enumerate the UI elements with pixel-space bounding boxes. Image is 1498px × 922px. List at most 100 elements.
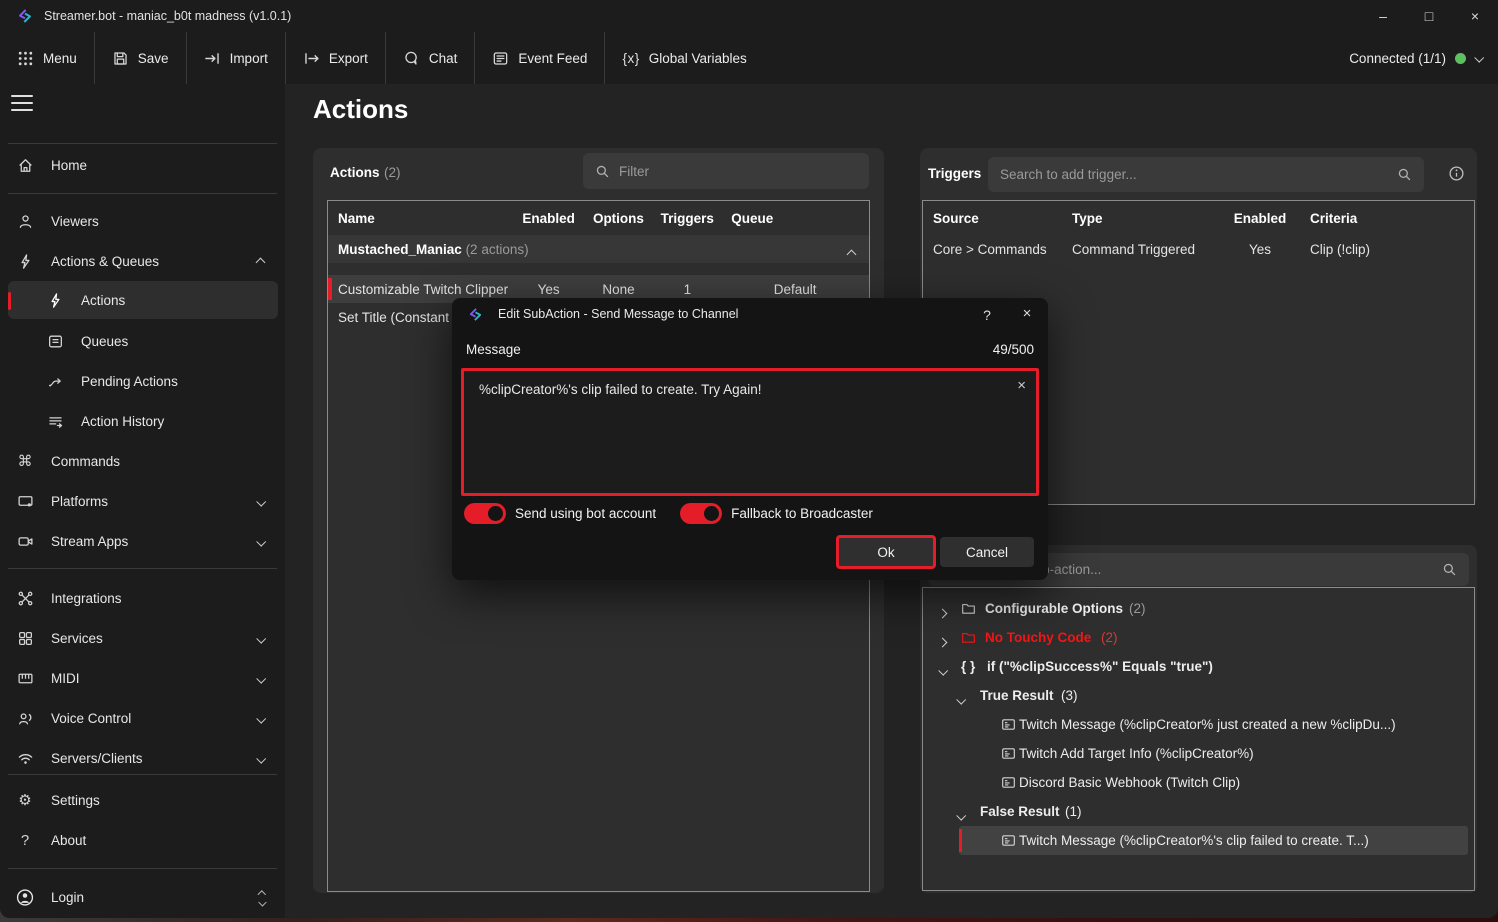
sidebar: Home Viewers Actions & Queues [0, 84, 285, 918]
sidebar-pending-actions-label: Pending Actions [81, 374, 178, 389]
connection-status[interactable]: Connected (1/1) [1349, 51, 1498, 66]
minimize-button[interactable]: – [1360, 0, 1406, 32]
sidebar-item-platforms[interactable]: Platforms [8, 481, 278, 521]
chevron-up-icon [847, 250, 857, 260]
menu-button[interactable]: Menu [0, 32, 94, 84]
action-name: Customizable Twitch Clipper [328, 282, 514, 297]
stream-apps-icon [16, 533, 34, 550]
sidebar-item-midi[interactable]: MIDI [8, 658, 278, 698]
global-variables-button[interactable]: {x} Global Variables [605, 32, 763, 84]
trigger-search-box[interactable] [988, 157, 1424, 192]
sidebar-item-integrations[interactable]: Integrations [8, 578, 278, 618]
tree-item-twitch-message-success[interactable]: Twitch Message (%clipCreator% just creat… [923, 710, 1474, 739]
dialog-close-button[interactable]: × [1014, 302, 1040, 326]
group-name: Mustached_Maniac [338, 242, 462, 257]
export-icon [303, 50, 320, 67]
triggers-panel-title: Triggers [928, 166, 981, 181]
bot-account-toggle[interactable] [464, 503, 506, 524]
action-enabled: Yes [514, 282, 584, 297]
title-bar: Streamer.bot - maniac_b0t madness (v1.0.… [0, 0, 1498, 32]
chevron-down-icon [256, 753, 266, 763]
sidebar-item-commands[interactable]: ⌘ Commands [8, 441, 278, 481]
export-button[interactable]: Export [286, 32, 385, 84]
sidebar-item-voice-control[interactable]: Voice Control [8, 698, 278, 738]
fallback-broadcaster-toggle[interactable] [680, 503, 722, 524]
dialog-toggles: Send using bot account Fallback to Broad… [464, 503, 897, 524]
sidebar-item-login[interactable]: Login [8, 877, 278, 917]
tree-item-discord-basic-webhook[interactable]: Discord Basic Webhook (Twitch Clip) [923, 768, 1474, 797]
action-group-row[interactable]: Mustached_Maniac (2 actions) [328, 235, 869, 263]
desktop-background: Streamer.bot - maniac_b0t madness (v1.0.… [0, 0, 1498, 922]
import-button[interactable]: Import [187, 32, 285, 84]
sidebar-services-label: Services [51, 631, 103, 646]
sidebar-item-queues[interactable]: Queues [8, 321, 278, 361]
sidebar-divider [8, 568, 277, 569]
clear-text-icon[interactable]: × [1017, 377, 1026, 394]
dialog-title: Edit SubAction - Send Message to Channel [498, 307, 738, 321]
message-icon [1001, 717, 1016, 732]
actions-filter-box[interactable] [583, 153, 869, 189]
save-button[interactable]: Save [95, 32, 186, 84]
sidebar-item-pending-actions[interactable]: Pending Actions [8, 361, 278, 401]
services-icon [16, 630, 34, 647]
sidebar-item-settings[interactable]: ⚙ Settings [8, 780, 278, 820]
close-button[interactable]: × [1452, 0, 1498, 32]
sidebar-settings-label: Settings [51, 793, 100, 808]
fallback-broadcaster-toggle-label: Fallback to Broadcaster [731, 506, 873, 521]
question-mark-icon: ? [16, 833, 34, 848]
trigger-search-input[interactable] [1000, 167, 1388, 182]
midi-icon [16, 670, 34, 687]
cancel-button[interactable]: Cancel [940, 537, 1034, 567]
event-feed-button[interactable]: Event Feed [475, 32, 604, 84]
platforms-icon [16, 493, 34, 510]
app-window: Streamer.bot - maniac_b0t madness (v1.0.… [0, 0, 1498, 918]
bot-account-toggle-label: Send using bot account [515, 506, 656, 521]
sidebar-item-services[interactable]: Services [8, 618, 278, 658]
hamburger-menu-button[interactable] [11, 95, 33, 111]
tree-item-configurable-options[interactable]: Configurable Options (2) [923, 594, 1474, 623]
action-queue: Default [721, 282, 869, 297]
group-count: (2 actions) [466, 242, 529, 257]
tree-item-if-condition[interactable]: { } if ("%clipSuccess%" Equals "true") [923, 652, 1474, 681]
column-name: Name [328, 211, 514, 226]
chevron-right-icon [938, 638, 948, 648]
sidebar-actions-queues-label: Actions & Queues [51, 254, 159, 269]
message-icon [1001, 775, 1016, 790]
sidebar-item-actions-queues[interactable]: Actions & Queues [8, 241, 278, 281]
window-title: Streamer.bot - maniac_b0t madness (v1.0.… [44, 0, 291, 32]
tree-item-no-touchy-code[interactable]: No Touchy Code (2) [923, 623, 1474, 652]
sidebar-item-about[interactable]: ? About [8, 820, 278, 860]
trigger-row[interactable]: Core > Commands Command Triggered Yes Cl… [923, 235, 1474, 263]
chat-button[interactable]: Chat [386, 32, 475, 84]
dialog-help-button[interactable]: ? [976, 304, 998, 326]
sidebar-item-stream-apps[interactable]: Stream Apps [8, 521, 278, 561]
sidebar-item-servers-clients[interactable]: Servers/Clients [8, 738, 278, 778]
global-variables-label: Global Variables [649, 51, 747, 66]
queues-icon [46, 333, 64, 350]
message-icon [1001, 746, 1016, 761]
column-type: Type [1072, 211, 1218, 226]
info-icon[interactable] [1448, 165, 1465, 182]
chevron-down-icon [956, 695, 966, 705]
chevron-down-icon [956, 811, 966, 821]
event-feed-label: Event Feed [518, 51, 587, 66]
sidebar-home-label: Home [51, 158, 87, 173]
sidebar-item-action-history[interactable]: Action History [8, 401, 278, 441]
tree-item-true-result[interactable]: True Result (3) [923, 681, 1474, 710]
message-textarea[interactable]: %clipCreator%'s clip failed to create. T… [464, 371, 1036, 493]
ok-button[interactable]: Ok [836, 535, 936, 569]
sidebar-item-home[interactable]: Home [8, 145, 278, 185]
actions-filter-input[interactable] [619, 164, 857, 179]
sidebar-item-viewers[interactable]: Viewers [8, 201, 278, 241]
sidebar-item-actions[interactable]: Actions [8, 281, 278, 319]
tree-item-false-result[interactable]: False Result (1) [923, 797, 1474, 826]
maximize-button[interactable]: □ [1406, 0, 1452, 32]
tree-item-twitch-message-failed[interactable]: Twitch Message (%clipCreator%'s clip fai… [923, 826, 1474, 855]
sidebar-divider [8, 193, 277, 194]
lightning-bolt-icon [16, 253, 34, 270]
folder-icon-red [961, 630, 976, 645]
tree-item-twitch-add-target-info[interactable]: Twitch Add Target Info (%clipCreator%) [923, 739, 1474, 768]
lightning-bolt-icon [46, 292, 64, 309]
chat-icon [403, 50, 420, 67]
voice-control-icon [16, 710, 34, 727]
